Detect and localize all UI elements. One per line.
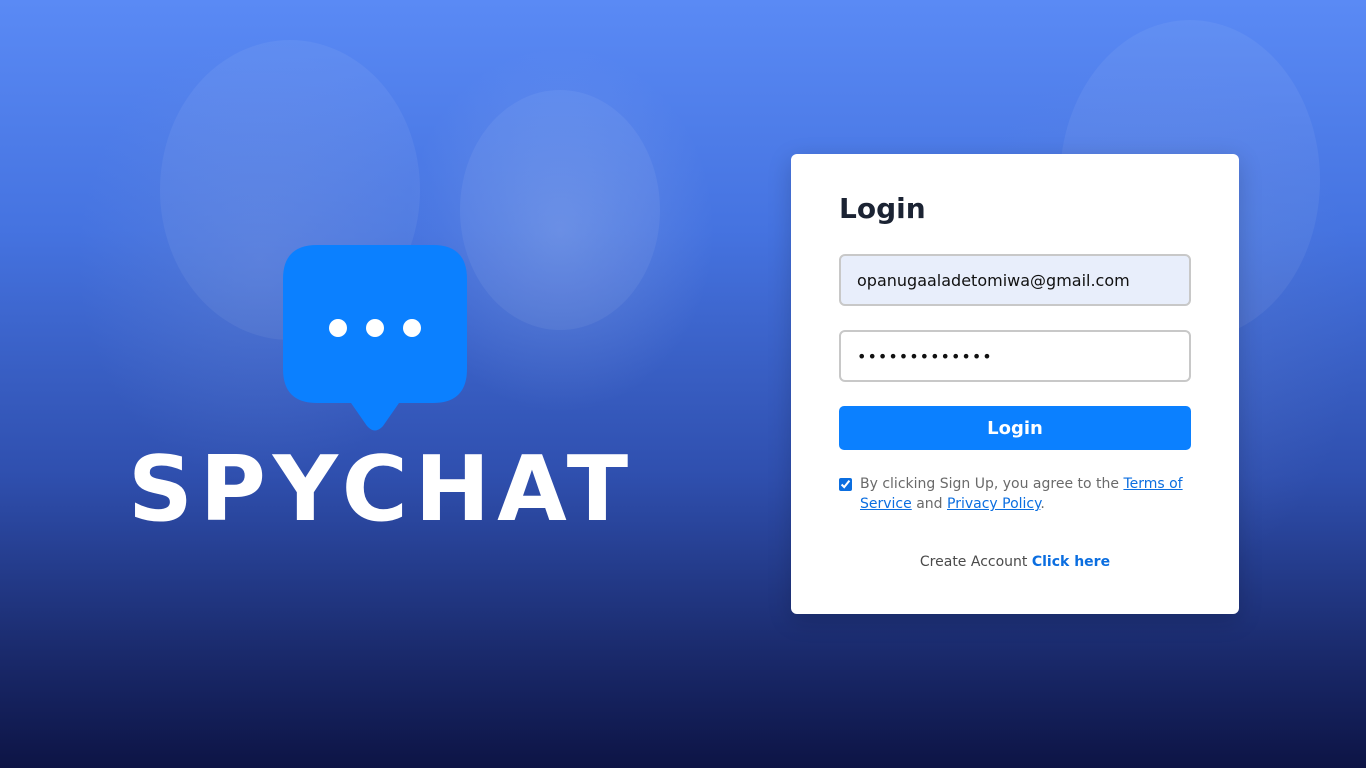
terms-text-after: . <box>1040 496 1045 512</box>
typing-dot-icon <box>329 319 347 337</box>
terms-text: By clicking Sign Up, you agree to the Te… <box>860 474 1191 514</box>
typing-dot-icon <box>366 319 384 337</box>
create-account: Create Account Click here <box>791 554 1239 570</box>
email-field[interactable] <box>839 254 1191 306</box>
chat-bubble-icon <box>283 245 467 431</box>
password-field[interactable] <box>839 330 1191 382</box>
privacy-policy-link[interactable]: Privacy Policy <box>947 496 1040 512</box>
create-account-text: Create Account <box>919 554 1032 570</box>
terms-checkbox[interactable] <box>839 478 852 491</box>
typing-dot-icon <box>403 319 421 337</box>
terms-text-before: By clicking Sign Up, you agree to the <box>860 476 1124 492</box>
login-card: Login Login By clicking Sign Up, you agr… <box>791 154 1239 614</box>
create-account-link[interactable]: Click here <box>1032 554 1110 570</box>
brand-area: SPYCHAT <box>128 245 636 555</box>
terms-text-middle: and <box>911 496 947 512</box>
login-button[interactable]: Login <box>839 406 1191 450</box>
brand-name: SPYCHAT <box>128 437 636 542</box>
login-title: Login <box>839 192 926 225</box>
